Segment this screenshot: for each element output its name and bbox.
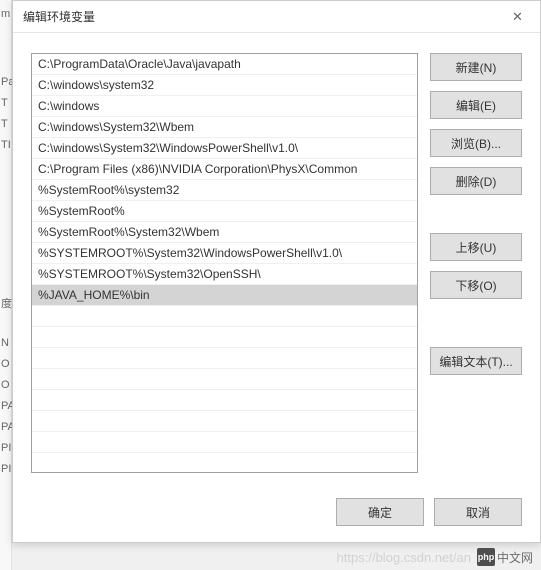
- close-icon: ✕: [512, 9, 523, 25]
- watermark-logo-text: 中文网: [497, 549, 533, 566]
- list-item-empty[interactable]: [32, 306, 417, 327]
- bg-label: T: [1, 97, 8, 109]
- list-item[interactable]: %SYSTEMROOT%\System32\WindowsPowerShell\…: [32, 243, 417, 264]
- move-down-button[interactable]: 下移(O): [430, 271, 522, 299]
- ok-button[interactable]: 确定: [336, 498, 424, 526]
- spacer: [430, 309, 522, 347]
- bg-label: T: [1, 118, 8, 130]
- new-button[interactable]: 新建(N): [430, 53, 522, 81]
- background-window-strip: m Pa T T TI 度 N O O PA PA PI PI: [0, 0, 12, 570]
- dialog-content: C:\ProgramData\Oracle\Java\javapath C:\w…: [13, 33, 540, 542]
- list-item[interactable]: C:\windows\System32\Wbem: [32, 117, 417, 138]
- main-row: C:\ProgramData\Oracle\Java\javapath C:\w…: [31, 53, 522, 478]
- bg-label: TI: [1, 139, 11, 151]
- list-item[interactable]: C:\windows: [32, 96, 417, 117]
- edit-button[interactable]: 编辑(E): [430, 91, 522, 119]
- list-item[interactable]: %SystemRoot%\System32\Wbem: [32, 222, 417, 243]
- bg-label: O: [1, 379, 10, 391]
- edit-environment-variable-dialog: 编辑环境变量 ✕ C:\ProgramData\Oracle\Java\java…: [12, 0, 541, 543]
- titlebar: 编辑环境变量 ✕: [13, 1, 540, 33]
- bg-label: m: [1, 8, 10, 20]
- watermark-logo: php 中文网: [477, 548, 533, 566]
- watermark: https://blog.csdn.net/an php 中文网: [337, 548, 533, 566]
- spacer: [430, 205, 522, 233]
- list-item-empty[interactable]: [32, 369, 417, 390]
- dialog-title: 编辑环境变量: [23, 8, 95, 25]
- bg-label: O: [1, 358, 10, 370]
- button-column: 新建(N) 编辑(E) 浏览(B)... 删除(D) 上移(U) 下移(O) 编…: [430, 53, 522, 478]
- list-item[interactable]: %SystemRoot%: [32, 201, 417, 222]
- list-item-empty[interactable]: [32, 390, 417, 411]
- list-item[interactable]: C:\windows\system32: [32, 75, 417, 96]
- bg-label: 度: [1, 295, 12, 311]
- dialog-footer: 确定 取消: [31, 490, 522, 526]
- list-item-empty[interactable]: [32, 411, 417, 432]
- bg-label: PI: [1, 442, 11, 454]
- close-button[interactable]: ✕: [495, 2, 540, 32]
- cancel-button[interactable]: 取消: [434, 498, 522, 526]
- php-logo-icon: php: [477, 548, 495, 566]
- list-item[interactable]: C:\ProgramData\Oracle\Java\javapath: [32, 54, 417, 75]
- list-item[interactable]: %SystemRoot%\system32: [32, 180, 417, 201]
- list-item-empty[interactable]: [32, 327, 417, 348]
- list-item-empty[interactable]: [32, 432, 417, 453]
- bg-label: PI: [1, 463, 11, 475]
- watermark-url: https://blog.csdn.net/an: [337, 550, 471, 565]
- edit-text-button[interactable]: 编辑文本(T)...: [430, 347, 522, 375]
- move-up-button[interactable]: 上移(U): [430, 233, 522, 261]
- list-item[interactable]: %SYSTEMROOT%\System32\OpenSSH\: [32, 264, 417, 285]
- delete-button[interactable]: 删除(D): [430, 167, 522, 195]
- bg-label: N: [1, 337, 9, 349]
- list-item[interactable]: C:\windows\System32\WindowsPowerShell\v1…: [32, 138, 417, 159]
- list-item-empty[interactable]: [32, 348, 417, 369]
- list-item-empty[interactable]: [32, 453, 417, 473]
- list-item[interactable]: %JAVA_HOME%\bin: [32, 285, 417, 306]
- path-listbox[interactable]: C:\ProgramData\Oracle\Java\javapath C:\w…: [31, 53, 418, 473]
- list-item[interactable]: C:\Program Files (x86)\NVIDIA Corporatio…: [32, 159, 417, 180]
- browse-button[interactable]: 浏览(B)...: [430, 129, 522, 157]
